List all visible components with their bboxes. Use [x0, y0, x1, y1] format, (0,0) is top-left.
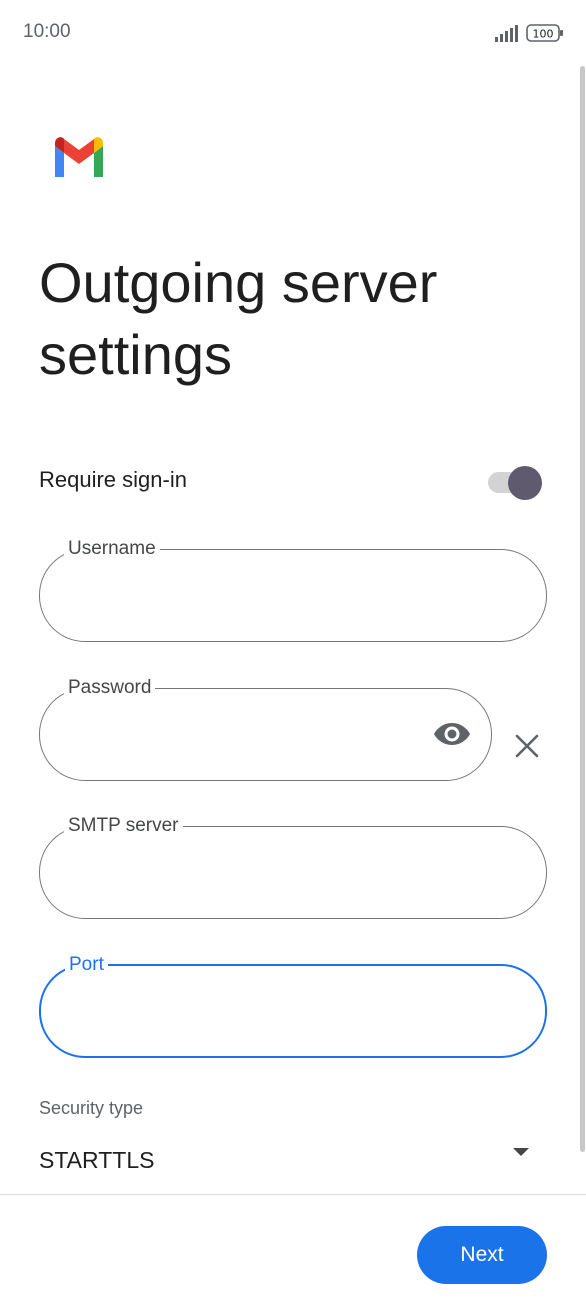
smtp-server-label: SMTP server — [68, 815, 179, 836]
gmail-logo — [55, 137, 103, 177]
username-field[interactable]: Username — [39, 538, 547, 642]
port-input[interactable] — [65, 990, 521, 1034]
status-time: 10:00 — [23, 21, 71, 42]
port-field[interactable]: Port — [39, 954, 547, 1058]
username-label: Username — [68, 538, 156, 559]
signal-icon — [495, 25, 518, 42]
eye-icon[interactable] — [433, 720, 471, 748]
close-icon[interactable] — [515, 734, 539, 758]
page-title: Outgoing server settings — [39, 251, 438, 386]
dropdown-arrow-icon[interactable] — [512, 1147, 530, 1157]
status-bar: 10:00 100 — [0, 0, 586, 66]
port-label: Port — [69, 954, 104, 975]
footer-divider — [0, 1194, 586, 1195]
battery-icon: 100 — [526, 24, 563, 42]
scrollbar[interactable] — [580, 66, 585, 1152]
require-signin-toggle[interactable] — [486, 462, 544, 502]
password-field[interactable]: Password — [39, 677, 492, 781]
security-type-select[interactable]: STARTTLS — [39, 1147, 154, 1174]
require-signin-label: Require sign-in — [39, 467, 187, 492]
toggle-thumb — [508, 466, 542, 500]
smtp-server-field[interactable]: SMTP server — [39, 815, 547, 919]
battery-level: 100 — [533, 28, 554, 41]
next-button[interactable]: Next — [417, 1226, 547, 1284]
security-type-label: Security type — [39, 1098, 144, 1118]
password-label: Password — [68, 677, 152, 698]
username-input[interactable] — [64, 574, 522, 618]
password-input[interactable] — [64, 713, 424, 757]
smtp-server-input[interactable] — [64, 851, 522, 895]
